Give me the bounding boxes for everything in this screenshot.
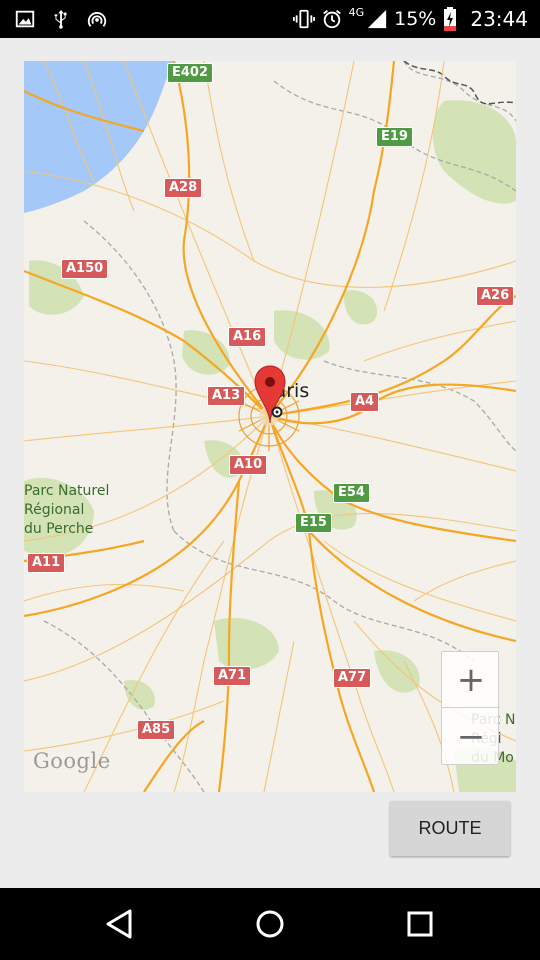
recents-icon[interactable] xyxy=(402,906,438,942)
road-badge-a71: A71 xyxy=(213,666,252,686)
road-badge-a150: A150 xyxy=(61,259,109,279)
road-badge-a28: A28 xyxy=(164,178,203,198)
back-icon[interactable] xyxy=(102,906,138,942)
alarm-icon xyxy=(322,10,341,29)
zoom-in-button[interactable]: + xyxy=(442,652,500,708)
road-badge-e54: E54 xyxy=(333,483,370,503)
road-badge-a85: A85 xyxy=(137,720,176,740)
battery-charging-icon xyxy=(444,7,457,31)
clock: 23:44 xyxy=(470,7,528,31)
park-label-perche: Parc Naturel Régional du Perche xyxy=(24,483,110,537)
route-button[interactable]: ROUTE xyxy=(390,801,510,856)
road-badge-a77: A77 xyxy=(333,668,372,688)
network-type: 4G xyxy=(348,6,365,19)
sea-area xyxy=(24,61,174,213)
usb-icon xyxy=(54,9,67,29)
road-badge-a11: A11 xyxy=(27,553,66,573)
road-badge-e19: E19 xyxy=(376,127,413,147)
hotspot-icon xyxy=(87,11,107,27)
road-badge-a10: A10 xyxy=(229,455,268,475)
road-badge-e15: E15 xyxy=(295,513,332,533)
country-border xyxy=(403,61,516,105)
navigation-bar xyxy=(0,888,540,960)
signal-icon xyxy=(367,9,387,29)
zoom-out-button[interactable]: − xyxy=(442,709,500,765)
map-view[interactable]: E402 E19 A28 A150 A26 A16 A13 A4 A10 E54… xyxy=(24,61,516,792)
google-logo: Google xyxy=(33,749,111,773)
city-dot-icon xyxy=(271,406,283,418)
road-badge-a26: A26 xyxy=(476,286,515,306)
road-badge-a4: A4 xyxy=(350,392,380,412)
road-badge-a13: A13 xyxy=(207,386,246,406)
status-bar: 4G 15% 23:44 xyxy=(0,0,540,38)
road-badge-a16: A16 xyxy=(228,327,267,347)
battery-percent: 15% xyxy=(394,8,437,30)
vibrate-icon xyxy=(292,9,315,29)
image-icon xyxy=(15,10,35,28)
home-icon[interactable] xyxy=(252,906,288,942)
zoom-controls: + − xyxy=(441,651,500,765)
road-badge-e402: E402 xyxy=(167,63,214,83)
content-area: E402 E19 A28 A150 A26 A16 A13 A4 A10 E54… xyxy=(0,38,540,888)
